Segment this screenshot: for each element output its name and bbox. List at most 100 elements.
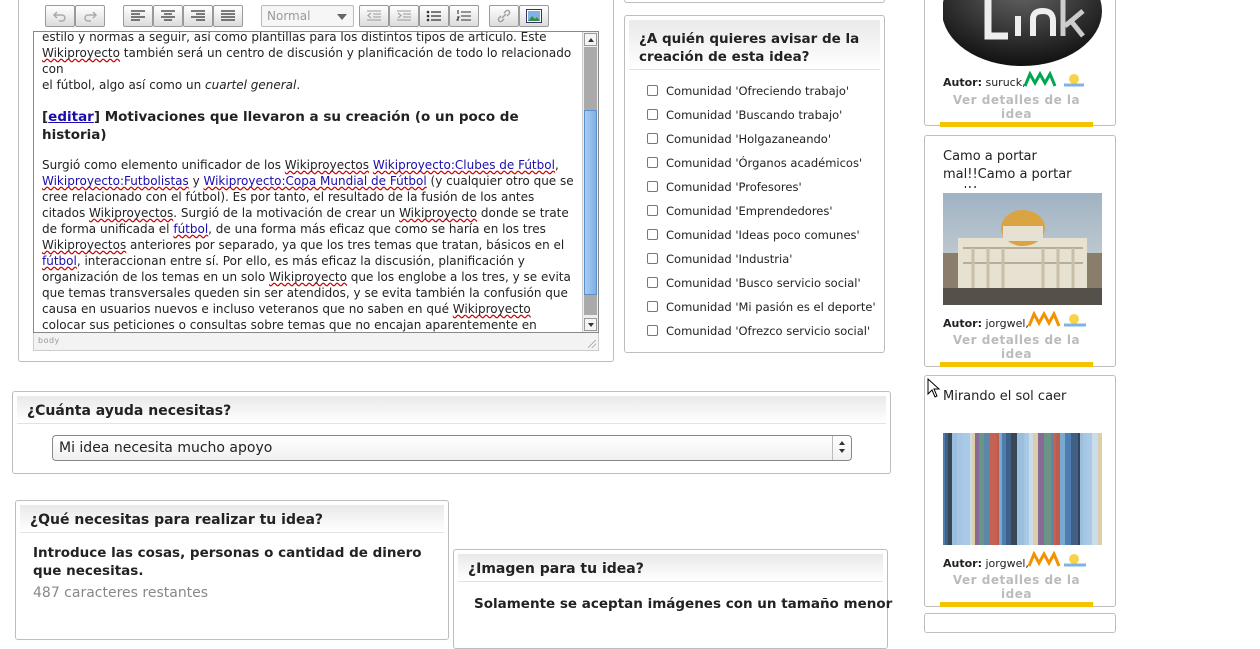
outdent-icon xyxy=(367,10,381,21)
community-checkbox[interactable] xyxy=(647,133,658,144)
link-clubes[interactable]: Wikiproyecto:Clubes de Fútbol xyxy=(373,158,555,172)
idea-card-1[interactable]: Autor: suruck, Ver detalles de la idea xyxy=(924,0,1116,127)
community-label: Comunidad 'Ideas poco comunes' xyxy=(666,228,860,242)
community-option[interactable]: Comunidad 'Órganos académicos' xyxy=(647,155,862,171)
community-option[interactable]: Comunidad 'Industria' xyxy=(647,251,792,267)
community-option[interactable]: Comunidad 'Ofreciendo trabajo' xyxy=(647,83,849,99)
community-label: Comunidad 'Holgazaneando' xyxy=(666,132,832,146)
p-w: colocar sus peticiones o consultas sobre… xyxy=(42,318,537,332)
link-futbolistas[interactable]: Wikiproyecto:Futbolistas xyxy=(42,174,189,188)
idea-title[interactable]: Camo a portar mal!!Camo a portar mal!! xyxy=(943,148,1103,188)
community-option[interactable]: Comunidad 'Mi pasión es el deporte' xyxy=(647,299,876,315)
link-copa-mundial[interactable]: Wikiproyecto:Copa Mundial de Fútbol xyxy=(204,174,427,188)
community-checkbox[interactable] xyxy=(647,301,658,312)
scroll-thumb[interactable] xyxy=(584,110,597,295)
community-checkbox[interactable] xyxy=(647,229,658,240)
community-option[interactable]: Comunidad 'Emprendedores' xyxy=(647,203,833,219)
body-line-3: el fútbol, algo así como un cuartel gene… xyxy=(42,77,574,93)
community-checkbox[interactable] xyxy=(647,325,658,336)
align-right-button[interactable] xyxy=(183,5,213,27)
insert-link-button[interactable] xyxy=(489,5,519,27)
idea-image-stripes[interactable] xyxy=(943,433,1102,545)
editor-statusbar: body xyxy=(33,333,599,351)
redo-button[interactable] xyxy=(75,5,105,27)
community-checkbox[interactable] xyxy=(647,157,658,168)
community-label: Comunidad 'Ofreciendo trabajo' xyxy=(666,84,850,98)
idea-details-link[interactable]: Ver detalles de la idea xyxy=(940,93,1093,127)
idea-card-3[interactable]: Mirando el sol caer Autor: jorgwel, Ver … xyxy=(924,375,1116,607)
needs-panel: ¿Qué necesitas para realizar tu idea? In… xyxy=(15,500,449,640)
scroll-down-arrow-icon[interactable] xyxy=(584,318,597,331)
idea-details-link[interactable]: Ver detalles de la idea xyxy=(940,333,1093,367)
community-option[interactable]: Comunidad 'Buscando trabajo' xyxy=(647,107,842,123)
editor-scrollbar[interactable] xyxy=(582,32,598,332)
community-option[interactable]: Comunidad 'Holgazaneando' xyxy=(647,131,831,147)
community-checkbox[interactable] xyxy=(647,181,658,192)
align-left-button[interactable] xyxy=(123,5,153,27)
help-panel-header: ¿Cuánta ayuda necesitas? xyxy=(17,396,886,424)
redo-icon xyxy=(84,11,98,22)
undo-button[interactable] xyxy=(45,5,75,27)
help-select[interactable]: Mi idea necesita mucho apoyo xyxy=(52,435,852,461)
idea-card-2[interactable]: Camo a portar mal!!Camo a portar mal!! A… xyxy=(924,135,1116,367)
p-l: Wikiproyecto xyxy=(399,206,478,220)
idea-image-link-logo[interactable] xyxy=(943,0,1102,66)
author-name[interactable]: jorgwel, xyxy=(985,557,1028,570)
community-checkbox[interactable] xyxy=(647,277,658,288)
community-option[interactable]: Comunidad 'Profesores' xyxy=(647,179,802,195)
align-right-icon xyxy=(191,10,205,21)
notify-communities-panel: ¿A quién quieres avisar de la creación d… xyxy=(624,15,885,353)
heading-edit-link[interactable]: editar xyxy=(48,109,94,125)
needs-remaining-chars: 487 caracteres restantes xyxy=(33,585,209,601)
idea-title[interactable]: Mirando el sol caer xyxy=(943,388,1103,408)
resize-grip-icon[interactable] xyxy=(588,340,596,348)
p-j: Wikiproyectos xyxy=(89,206,174,220)
image-panel: ¿Imagen para tu idea? Solamente se acept… xyxy=(453,549,892,649)
editor-toolbar: Normal xyxy=(33,1,599,31)
community-checkbox[interactable] xyxy=(647,109,658,120)
community-checkbox[interactable] xyxy=(647,205,658,216)
align-justify-icon xyxy=(221,10,235,21)
align-center-icon xyxy=(161,10,175,21)
idea-details-link[interactable]: Ver detalles de la idea xyxy=(940,573,1093,607)
p-g: y xyxy=(188,174,204,188)
align-left-icon xyxy=(131,10,145,21)
outdent-button[interactable] xyxy=(359,5,389,27)
scroll-up-arrow-icon[interactable] xyxy=(584,33,597,46)
p-q: anteriores por separado, ya que los tres… xyxy=(126,238,565,252)
indent-icon xyxy=(397,10,411,21)
uam-logo-icon xyxy=(1027,550,1090,573)
community-label: Comunidad 'Mi pasión es el deporte' xyxy=(666,300,876,314)
body-line-1: estilo y normas a seguir, así como plant… xyxy=(42,31,547,44)
author-name[interactable]: jorgwel, xyxy=(985,317,1028,330)
numbered-list-button[interactable] xyxy=(449,5,479,27)
author-label: Autor: xyxy=(943,317,982,330)
bullet-list-button[interactable] xyxy=(419,5,449,27)
idea-image-palace[interactable] xyxy=(943,193,1102,305)
editor-content-area[interactable]: estilo y normas a seguir, así como plant… xyxy=(33,31,599,333)
author-name[interactable]: suruck, xyxy=(985,76,1025,89)
paragraph-style-select[interactable]: Normal xyxy=(261,5,354,27)
idea-card-4[interactable] xyxy=(924,613,1116,633)
body-line-2: Wikiproyecto también será un centro de d… xyxy=(42,45,574,77)
community-label: Comunidad 'Órganos académicos' xyxy=(666,156,863,170)
community-option[interactable]: Comunidad 'Busco servicio social' xyxy=(647,275,861,291)
link-futbol-1[interactable]: fútbol xyxy=(173,222,208,236)
insert-image-button[interactable] xyxy=(519,5,549,27)
community-option[interactable]: Comunidad 'Ofrezco servicio social' xyxy=(647,323,870,339)
idea-author-line: Autor: jorgwel, xyxy=(943,557,1029,570)
scroll-track-lower xyxy=(584,295,597,315)
community-label: Comunidad 'Profesores' xyxy=(666,180,802,194)
editor-body-text[interactable]: estilo y normas a seguir, así como plant… xyxy=(42,31,574,332)
link-futbol-2[interactable]: fútbol xyxy=(42,254,77,268)
align-justify-button[interactable] xyxy=(213,5,243,27)
community-checkbox[interactable] xyxy=(647,85,658,96)
align-center-button[interactable] xyxy=(153,5,183,27)
indent-button[interactable] xyxy=(389,5,419,27)
needs-title: ¿Qué necesitas para realizar tu idea? xyxy=(30,512,324,528)
body-line-3-a: el fútbol, algo así como un xyxy=(42,78,206,92)
community-checkbox[interactable] xyxy=(647,253,658,264)
abstract-stripes-image xyxy=(943,433,1102,545)
community-option[interactable]: Comunidad 'Ideas poco comunes' xyxy=(647,227,860,243)
help-select-value: Mi idea necesita mucho apoyo xyxy=(59,440,273,456)
